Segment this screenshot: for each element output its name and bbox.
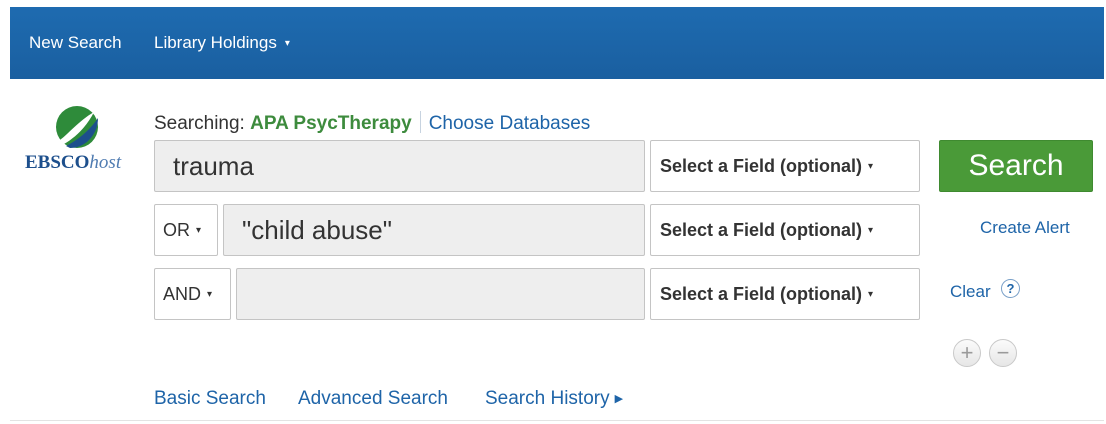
chevron-down-icon: ▾: [284, 38, 290, 49]
field-select-3[interactable]: Select a Field (optional) ▾: [650, 268, 920, 320]
search-button[interactable]: Search: [939, 140, 1093, 192]
selected-database: APA PsycTherapy: [250, 113, 412, 134]
chevron-down-icon: ▾: [196, 225, 202, 236]
ebscohost-logo[interactable]: EBSCOhost: [20, 104, 140, 184]
advanced-search-link[interactable]: Advanced Search: [298, 388, 448, 410]
boolean-operator-label: AND: [163, 284, 202, 304]
field-select-2[interactable]: Select a Field (optional) ▾: [650, 204, 920, 256]
divider: [10, 420, 1104, 421]
boolean-operator-label: OR: [163, 220, 190, 240]
chevron-down-icon: ▾: [207, 289, 213, 300]
search-input-1[interactable]: trauma: [154, 140, 645, 192]
chevron-down-icon: ▾: [868, 161, 874, 172]
chevron-down-icon: ▾: [868, 225, 874, 236]
new-search-link[interactable]: New Search: [29, 33, 122, 53]
search-history-link[interactable]: Search History ▶: [485, 388, 623, 410]
basic-search-link[interactable]: Basic Search: [154, 388, 266, 410]
library-holdings-label: Library Holdings: [154, 33, 277, 52]
ebscohost-wordmark: EBSCOhost: [25, 152, 122, 173]
field-select-label: Select a Field (optional): [660, 156, 863, 176]
caret-right-icon: ▶: [614, 393, 624, 405]
clear-link[interactable]: Clear: [950, 282, 991, 302]
search-input-3[interactable]: [236, 268, 645, 320]
field-select-label: Select a Field (optional): [660, 284, 863, 304]
question-mark-icon[interactable]: ?: [1001, 279, 1020, 298]
searching-label: Searching:: [154, 113, 245, 134]
boolean-operator-select-3[interactable]: AND ▾: [154, 268, 231, 320]
divider: [419, 111, 421, 133]
search-input-2[interactable]: "child abuse": [223, 204, 645, 256]
remove-row-button[interactable]: −: [989, 339, 1017, 367]
ebsco-leaf-icon: [56, 106, 98, 148]
add-row-button[interactable]: +: [953, 339, 981, 367]
choose-databases-link[interactable]: Choose Databases: [429, 113, 591, 134]
library-holdings-menu[interactable]: Library Holdings ▾: [154, 33, 290, 53]
search-history-label: Search History: [485, 388, 610, 409]
create-alert-link[interactable]: Create Alert: [980, 218, 1070, 238]
field-select-1[interactable]: Select a Field (optional) ▾: [650, 140, 920, 192]
field-select-label: Select a Field (optional): [660, 220, 863, 240]
searching-indicator: Searching: APA PsycTherapy Choose Databas…: [154, 111, 590, 135]
top-navigation-bar: New Search Library Holdings ▾: [10, 7, 1104, 79]
boolean-operator-select-2[interactable]: OR ▾: [154, 204, 218, 256]
chevron-down-icon: ▾: [868, 289, 874, 300]
